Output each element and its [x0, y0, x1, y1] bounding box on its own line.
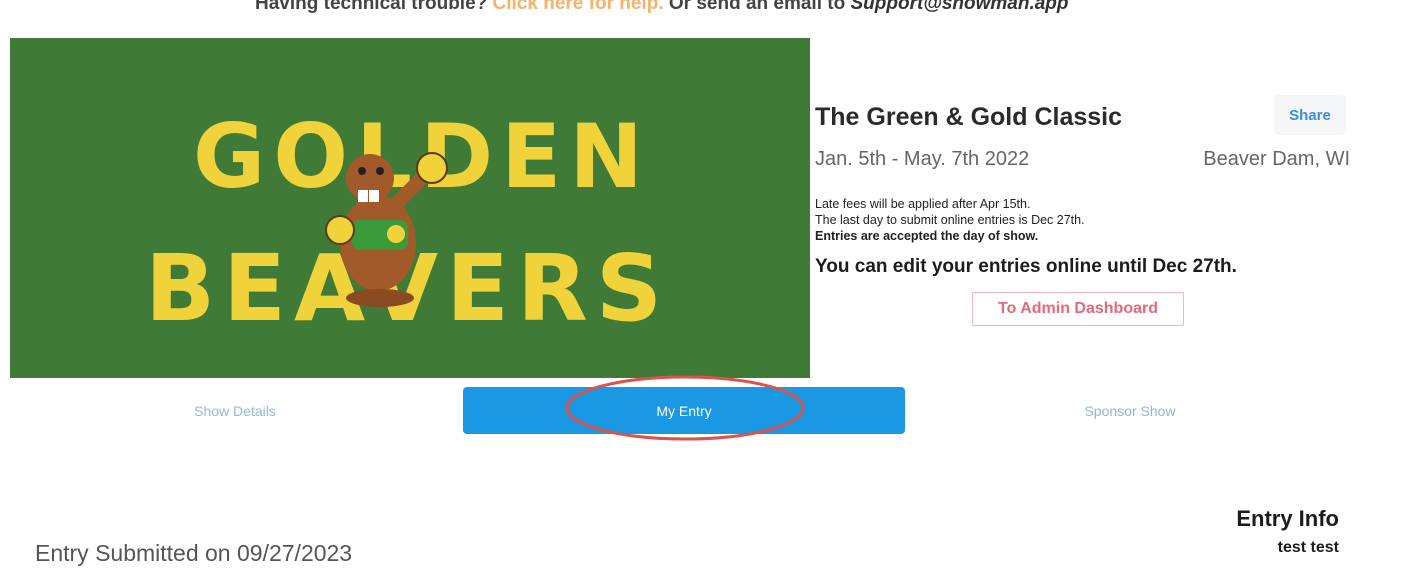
beaver-mascot-icon — [325, 152, 448, 307]
help-prefix: Having technical trouble? — [255, 0, 493, 14]
entry-info-heading: Entry Info — [1236, 506, 1339, 531]
technical-help-bar: Having technical trouble? Click here for… — [0, 0, 1405, 28]
help-link[interactable]: Click here for help. — [493, 0, 664, 14]
show-dates: Jan. 5th - May. 7th 2022 — [815, 148, 1030, 170]
admin-dashboard-button[interactable]: To Admin Dashboard — [972, 292, 1184, 326]
technical-help-text: Having technical trouble? Click here for… — [255, 0, 1069, 15]
show-banner-image: GOLDEN BEAVERS — [10, 38, 810, 378]
day-of-show-note: Entries are accepted the day of show. — [815, 229, 1039, 243]
edit-entries-note: You can edit your entries online until D… — [815, 256, 1237, 277]
show-title: The Green & Gold Classic — [815, 103, 1123, 131]
entry-submitted-date: Entry Submitted on 09/27/2023 — [35, 540, 353, 566]
show-location: Beaver Dam, WI — [1203, 148, 1350, 170]
tab-show-details[interactable]: Show Details — [10, 387, 460, 434]
late-fee-note: Late fees will be applied after Apr 15th… — [815, 197, 1031, 211]
tab-my-entry[interactable]: My Entry — [463, 387, 905, 434]
tab-sponsor-show[interactable]: Sponsor Show — [910, 387, 1350, 434]
support-email-link[interactable]: Support@showman.app — [850, 0, 1068, 14]
share-button[interactable]: Share — [1274, 95, 1346, 135]
show-notes: Late fees will be applied after Apr 15th… — [815, 196, 1085, 244]
help-middle: Or send an email to — [663, 0, 851, 14]
entry-name: test test — [1277, 539, 1339, 556]
online-deadline-note: The last day to submit online entries is… — [815, 213, 1085, 227]
